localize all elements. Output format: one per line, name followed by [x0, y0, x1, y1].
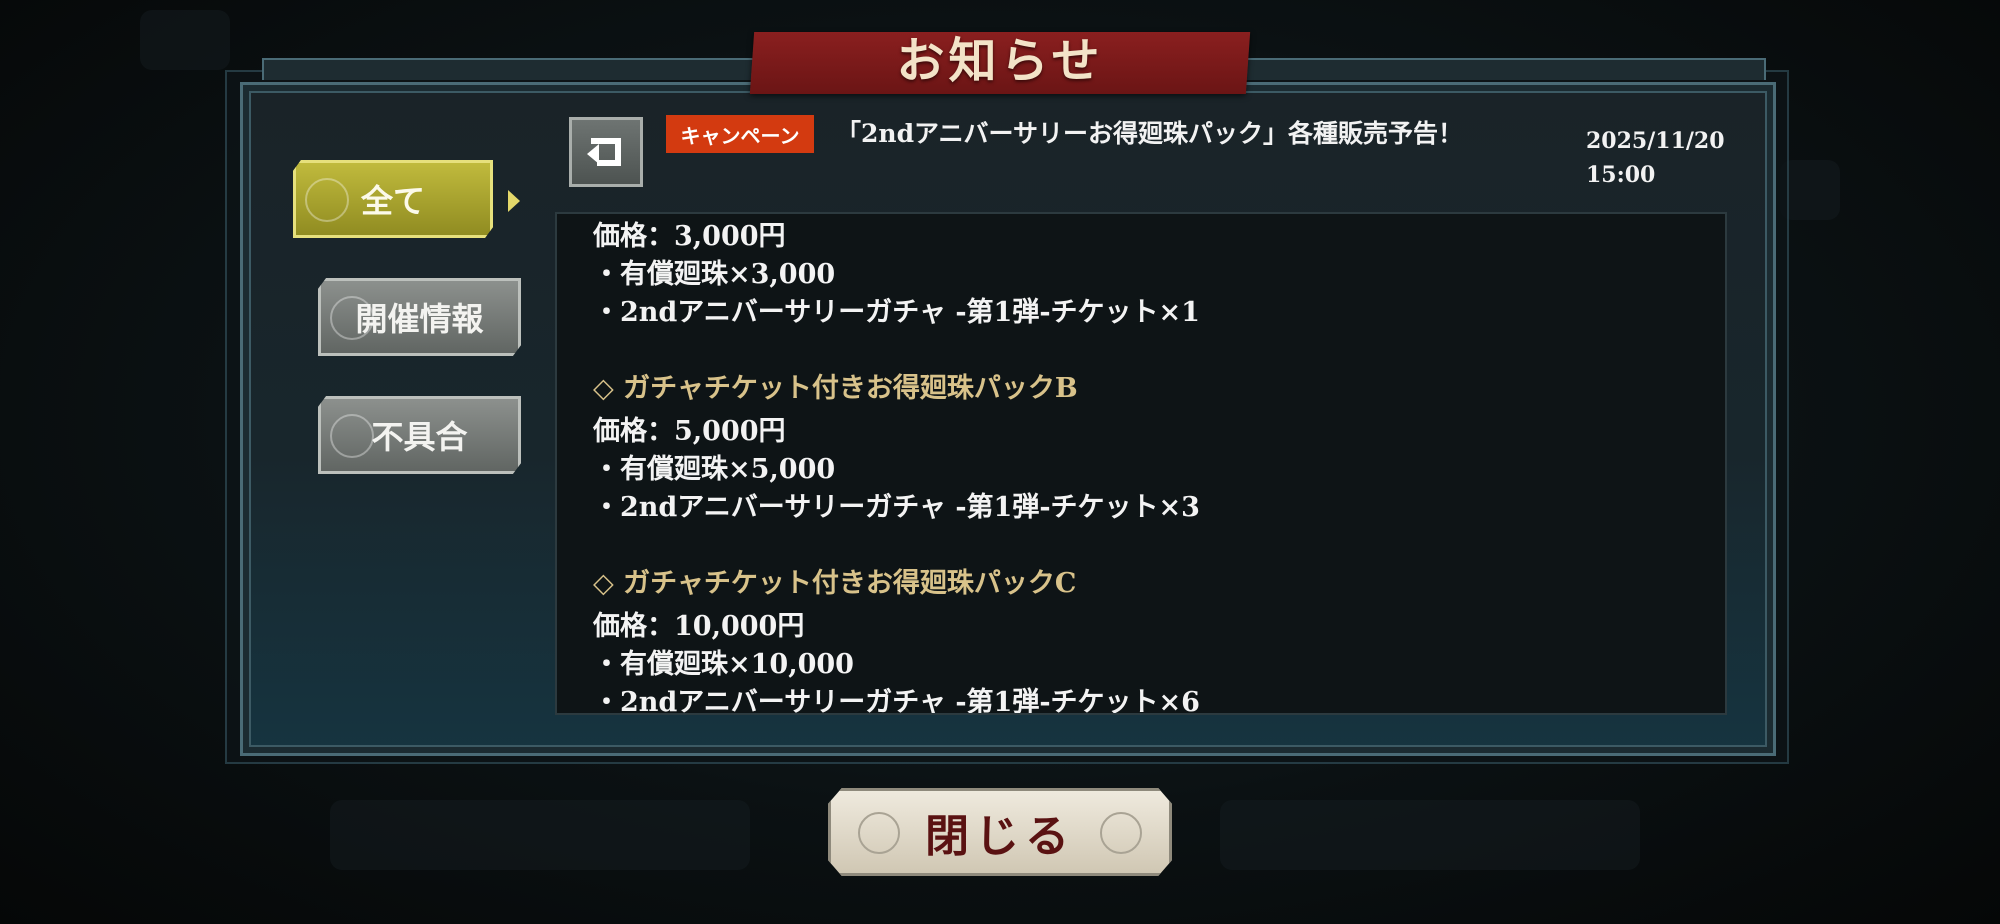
tab-bugs-label: 不具合: [371, 418, 468, 456]
tab-ornament-icon: [305, 178, 349, 222]
body-line: 価格：10,000円: [593, 611, 805, 642]
tab-ornament-icon: [330, 414, 374, 458]
section-heading: ◇ ガチャチケット付きお得廻珠パックB: [593, 373, 1078, 404]
close-button-label: 閉じる: [925, 811, 1075, 862]
notice-time: 15:00: [1586, 162, 1656, 188]
tab-bugs[interactable]: 不具合: [318, 396, 521, 474]
body-line: ・有償廻珠×3,000: [593, 259, 836, 290]
category-badge: キャンペーン: [666, 115, 814, 153]
back-button[interactable]: [569, 117, 643, 187]
notice-title: 「2ndアニバーサリーお得廻珠パック」各種販売予告！: [836, 119, 1464, 148]
notice-body-scroll[interactable]: 価格：3,000円 ・有償廻珠×3,000 ・2ndアニバーサリーガチャ -第1…: [555, 212, 1727, 715]
active-tab-arrow-icon: [508, 190, 520, 212]
background-shape: [330, 800, 750, 870]
body-line: ・2ndアニバーサリーガチャ -第1弾-チケット×3: [593, 492, 1200, 523]
body-line: ・2ndアニバーサリーガチャ -第1弾-チケット×1: [593, 297, 1200, 328]
section-heading: ◇ ガチャチケット付きお得廻珠パックC: [593, 568, 1077, 599]
tab-event-info[interactable]: 開催情報: [318, 278, 521, 356]
dialog-title: お知らせ: [896, 33, 1104, 89]
close-button[interactable]: 閉じる: [828, 788, 1172, 876]
button-ornament-icon: [1100, 812, 1142, 854]
notice-datetime: 2025/11/20 15:00: [1586, 124, 1736, 192]
body-line: ・有償廻珠×10,000: [593, 649, 854, 680]
back-arrow-icon: [587, 138, 621, 166]
tab-all-label: 全て: [360, 182, 425, 220]
body-line: 価格：3,000円: [593, 221, 786, 252]
background-shape: [1780, 160, 1840, 220]
tab-all[interactable]: 全て: [293, 160, 493, 238]
body-line: ・2ndアニバーサリーガチャ -第1弾-チケット×6: [593, 687, 1200, 715]
notice-date: 2025/11/20: [1586, 128, 1725, 154]
body-line: ・有償廻珠×5,000: [593, 454, 836, 485]
tab-ornament-icon: [330, 296, 374, 340]
background-shape: [1220, 800, 1640, 870]
body-line: 価格：5,000円: [593, 416, 786, 447]
background-shape: [140, 10, 230, 70]
button-ornament-icon: [858, 812, 900, 854]
tab-event-info-label: 開催情報: [355, 300, 484, 338]
